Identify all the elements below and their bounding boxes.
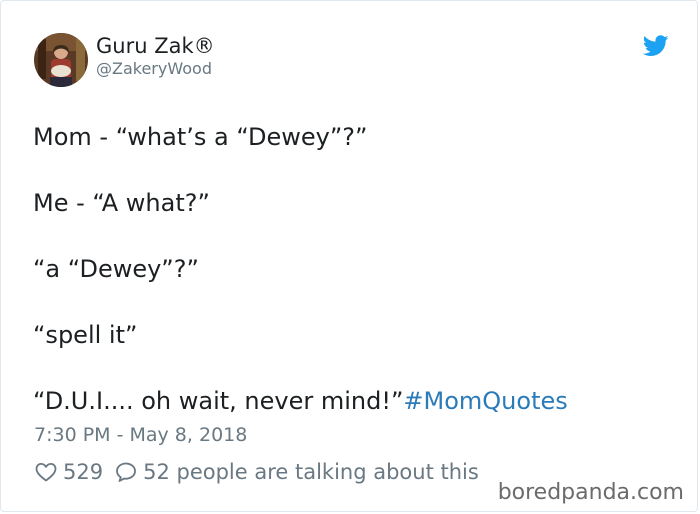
tweet-line-final: “D.U.I.... oh wait, never mind!”#MomQuot… (33, 385, 683, 417)
author-handle[interactable]: @ZakeryWood (96, 59, 212, 79)
watermark: boredpanda.com (497, 480, 684, 505)
tweet-line: “a “Dewey”?” (33, 255, 199, 283)
author-display-name[interactable]: Guru Zak® (96, 33, 215, 59)
tweet-line: Me - “A what?” (33, 189, 210, 217)
reply-count-text[interactable]: 52 people are talking about this (143, 460, 479, 484)
tweet-card: Guru Zak® @ZakeryWood Mom - “what’s a “D… (0, 0, 698, 512)
tweet-line-text: “D.U.I.... oh wait, never mind!” (33, 387, 404, 415)
tweet-timestamp[interactable]: 7:30 PM - May 8, 2018 (34, 423, 247, 447)
tweet-line: “spell it” (33, 321, 138, 349)
avatar[interactable] (34, 33, 88, 87)
hashtag-link[interactable]: #MomQuotes (403, 387, 567, 415)
heart-icon[interactable] (34, 460, 58, 484)
tweet-text: Mom - “what’s a “Dewey”?” Me - “A what?”… (33, 121, 683, 417)
twitter-bird-icon[interactable] (642, 35, 669, 57)
tweet-line: Mom - “what’s a “Dewey”?” (33, 123, 368, 151)
engagement-bar: 529 52 people are talking about this (34, 458, 479, 486)
like-count[interactable]: 529 (63, 460, 103, 484)
speech-bubble-icon[interactable] (114, 460, 138, 484)
